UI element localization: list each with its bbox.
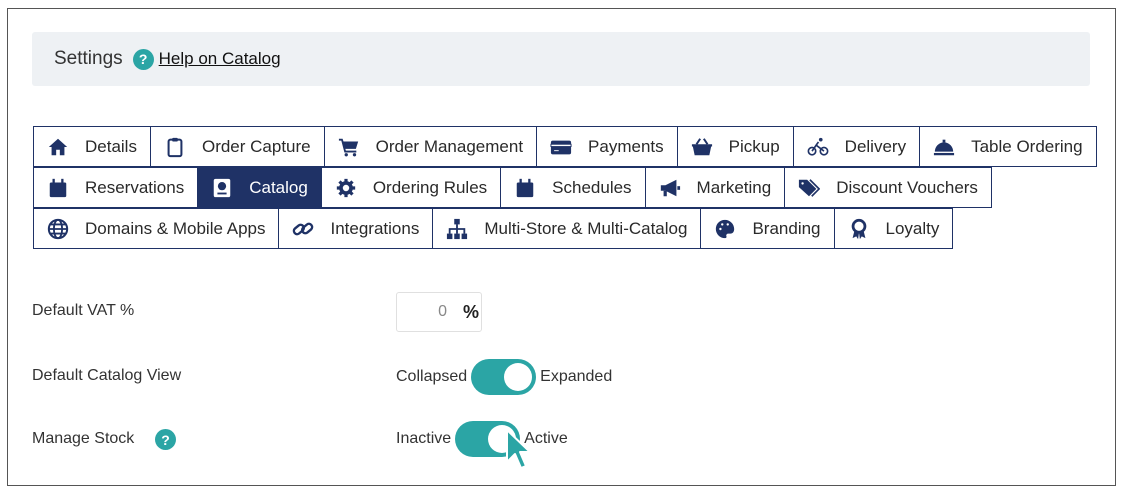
manage-stock-label: Manage Stock [32,430,135,447]
page-title: Settings [54,48,123,69]
tab-order-capture[interactable]: Order Capture [149,126,325,167]
tab-delivery[interactable]: Delivery [792,126,921,167]
tab-multi-store-multi-catalog[interactable]: Multi-Store & Multi-Catalog [432,208,702,249]
sitemap-icon [446,218,468,240]
manage-stock-off-label: Inactive [396,430,452,447]
catalog-view-toggle-row: Collapsed Expanded [396,359,612,395]
tab-integrations[interactable]: Integrations [278,208,434,249]
catalog-view-on-label: Expanded [540,368,613,385]
catalog-view-off-label: Collapsed [396,368,468,385]
vat-unit: % [463,301,480,322]
tab-payments[interactable]: Payments [536,126,678,167]
settings-tabs: Details Order Capture Order Management P… [33,126,1097,249]
tab-reservations[interactable]: Reservations [33,167,199,208]
tab-row-1: Details Order Capture Order Management P… [33,126,1097,167]
gear-icon [335,177,357,199]
catalog-view-switch[interactable] [471,359,537,395]
vat-label: Default VAT % [32,302,135,319]
tab-row-2: Reservations Catalog Ordering Rules Sche… [33,167,1096,208]
tab-ordering-rules[interactable]: Ordering Rules [320,167,502,208]
globe-icon [47,218,69,240]
tab-catalog[interactable]: Catalog [197,167,322,208]
vat-input[interactable] [397,302,449,322]
home-icon [47,136,69,158]
link-icon [292,218,314,240]
cart-icon [338,136,360,158]
catalog-book-icon [211,177,233,199]
mouse-pointer-icon [506,429,531,469]
calendar-icon [514,177,536,199]
tab-loyalty[interactable]: Loyalty [833,208,954,249]
bicycle-icon [807,136,829,158]
help-on-catalog-link[interactable]: Help on Catalog [159,49,281,69]
tab-order-management[interactable]: Order Management [323,126,538,167]
tab-domains-mobile-apps[interactable]: Domains & Mobile Apps [33,208,280,249]
tab-details[interactable]: Details [33,126,151,167]
tags-icon [798,177,821,199]
tab-discount-vouchers[interactable]: Discount Vouchers [784,167,992,208]
cloche-icon [933,136,955,158]
credit-card-icon [550,136,572,158]
palette-icon [714,218,736,240]
tab-row-3: Domains & Mobile Apps Integrations Multi… [33,208,1096,249]
clipboard-icon [164,136,186,158]
tab-pickup[interactable]: Pickup [676,126,794,167]
catalog-view-label: Default Catalog View [32,367,182,384]
tab-branding[interactable]: Branding [700,208,835,249]
tab-table-ordering[interactable]: Table Ordering [919,126,1097,167]
vat-field: % [396,292,482,332]
tab-schedules[interactable]: Schedules [500,167,646,208]
megaphone-icon [659,177,681,199]
basket-icon [691,136,713,158]
help-icon[interactable]: ? [132,48,154,70]
manage-stock-help-icon[interactable]: ? [155,429,176,450]
switch-knob [504,363,533,391]
settings-header: Settings ? Help on Catalog [32,32,1090,86]
calendar-icon [47,177,69,199]
manage-stock-toggle-row: Inactive Active [396,421,568,457]
tab-marketing[interactable]: Marketing [644,167,786,208]
award-icon [848,218,870,240]
